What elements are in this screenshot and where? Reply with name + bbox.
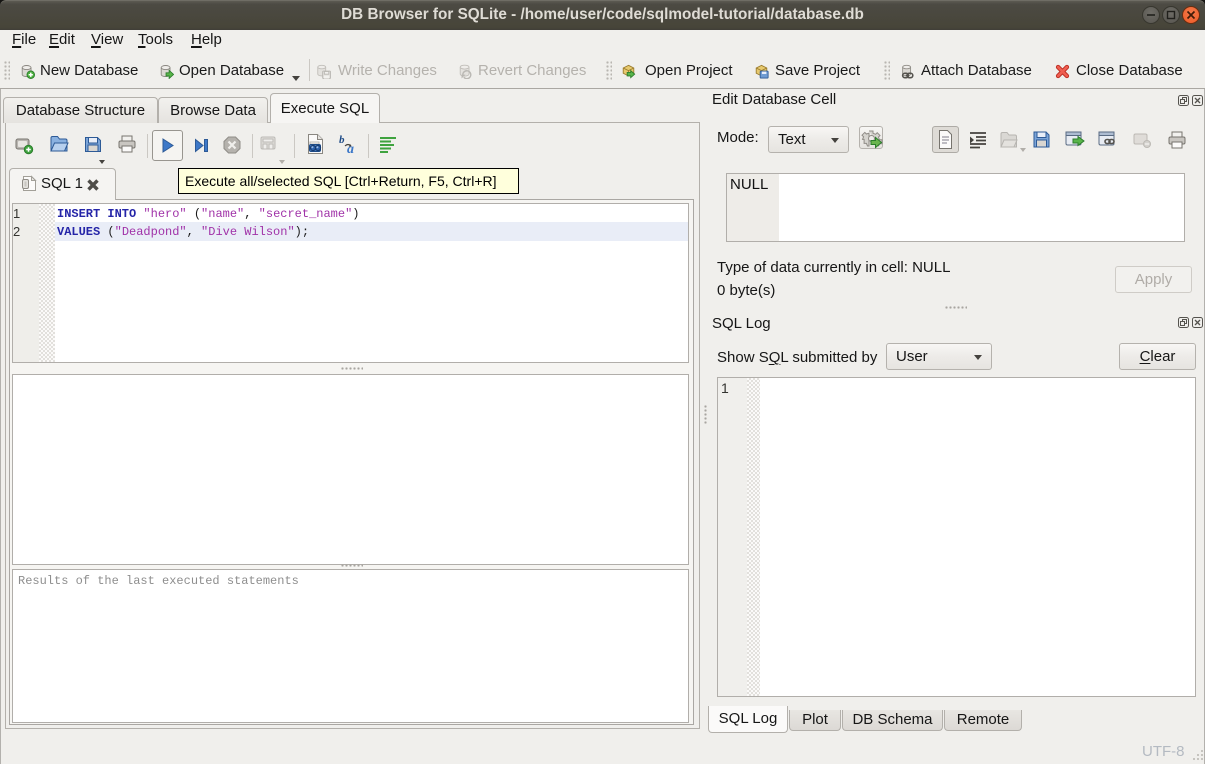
svg-text:b: b <box>339 134 345 146</box>
